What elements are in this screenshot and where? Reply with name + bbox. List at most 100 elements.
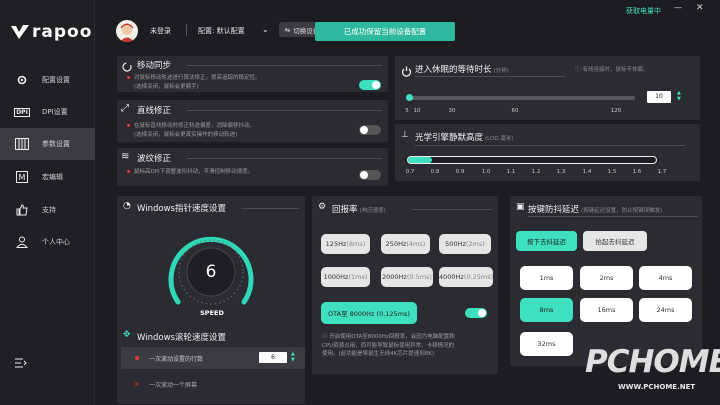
sleep-hint-text: 有线连接时，鼠标不休眠。	[582, 67, 649, 73]
rate-500-button[interactable]: 500Hz (2ms)	[439, 234, 491, 254]
lod-slider-fill	[408, 157, 432, 163]
sidebar-item-params[interactable]: 参数设置	[0, 128, 95, 160]
lod-tick: 1.7	[657, 169, 667, 175]
chevron-down-icon[interactable]: ⌄	[262, 25, 269, 34]
desc-line: 在鼠标直线移动时修正轨迹偏差，消除偏移抖动。	[134, 123, 256, 129]
rate-label: 250Hz	[385, 240, 407, 248]
tab-release-debounce[interactable]: 抬起去抖延迟	[583, 231, 647, 251]
desc-line: 鼠标高DPI下调整波形抖动，平滑控制移动速度。	[134, 169, 254, 175]
sleep-slider-track[interactable]	[407, 96, 635, 100]
lod-tick: 0.8	[430, 169, 440, 175]
line-correction-toggle[interactable]	[359, 125, 381, 135]
macro-icon: M	[14, 170, 30, 184]
sleep-tick: 10	[413, 108, 421, 114]
windows-speed-panel: ◔ Windows指针速度设置 6 SPEED ✥ Windows滚轮速度设置 …	[117, 196, 305, 404]
sidebar-item-dpi[interactable]: DPI DPI设置	[0, 96, 95, 128]
sync-icon	[121, 58, 133, 72]
report-rate-title-text: 回报率	[332, 205, 358, 215]
unselected-dot	[135, 382, 139, 386]
close-button[interactable]: ✕	[696, 3, 704, 13]
scroll-option-screen-label: 一次滚动一个屏幕	[149, 382, 198, 389]
desc-line: 对鼠标移动轨迹进行算法修正，提高追踪的稳定性。	[134, 75, 261, 81]
sidebar-item-label: 个人中心	[42, 238, 70, 246]
motion-sync-toggle[interactable]	[359, 80, 381, 90]
lod-tick: 1.0	[481, 169, 491, 175]
login-status[interactable]: 未登录	[150, 26, 171, 36]
sidebar-item-profile[interactable]: 个人中心	[0, 226, 95, 258]
sidebar-item-label: 宏编辑	[42, 173, 63, 181]
rate-4000-button[interactable]: 4000Hz (0.25ms)	[439, 267, 493, 287]
debounce-unit: (按键延迟设置，防止按键误触发)	[581, 208, 663, 214]
rate-1000-button[interactable]: 1000Hz (1ms)	[321, 267, 370, 287]
rate-label: 500Hz	[445, 240, 466, 248]
line-correction-panel: ⤢ 直线修正 在鼠标直线移动时修正轨迹偏差，消除偏移抖动。 (选择关闭，鼠标会更真…	[117, 100, 388, 142]
debounce-panel: ▣ 按键防抖延迟 (按键延迟设置，防止按键误触发) 按下去抖延迟 抬起去抖延迟 1…	[510, 196, 702, 366]
ota-8000-button[interactable]: OTA至 8000Hz (0.125ms)	[321, 302, 417, 324]
lod-tick: 1.3	[556, 169, 566, 175]
debounce-1ms-button[interactable]: 1ms	[520, 266, 573, 290]
lod-icon: ⊥	[401, 130, 409, 140]
lod-tick: 0.7	[405, 169, 415, 175]
scroll-lines-stepper[interactable]: ▲ ▼	[291, 351, 295, 363]
lod-unit: (LOD,毫米)	[485, 136, 514, 142]
sleep-title: 进入休眠的等待时长 (分钟)	[415, 63, 509, 75]
divider	[187, 158, 382, 159]
sidebar-item-config[interactable]: 配置设置	[0, 64, 95, 96]
lod-slider-track[interactable]	[407, 156, 657, 164]
sleep-stepper[interactable]: ▲ ▼	[677, 90, 681, 102]
rate-time: (2ms)	[465, 240, 485, 248]
debounce-title-text: 按键防抖延迟	[528, 205, 580, 215]
scroll-option-lines-label: 一次滚动设置的行数	[149, 356, 204, 363]
minimize-button[interactable]: —	[674, 3, 682, 12]
rate-125-button[interactable]: 125Hz (8ms)	[321, 234, 370, 254]
debounce-24ms-button[interactable]: 24ms	[639, 298, 692, 322]
line-icon: ⤢	[121, 103, 129, 114]
scroll-option-screen[interactable]: 一次滚动一个屏幕	[121, 374, 305, 394]
config-selector[interactable]: 配置: 默认配置	[198, 26, 245, 36]
sleep-slider-thumb[interactable]	[406, 94, 413, 101]
debounce-2ms-button[interactable]: 2ms	[580, 266, 633, 290]
note-line: CPU资源占用，而可能导致鼠标使用异常、卡顿情况的	[322, 342, 455, 349]
lod-tick: 1.2	[531, 169, 541, 175]
rate-2000-button[interactable]: 2000Hz (0.5ms)	[381, 267, 433, 287]
scroll-option-lines[interactable]: 一次滚动设置的行数 6 ▲ ▼	[121, 347, 305, 369]
ripple-correction-toggle[interactable]	[359, 170, 381, 180]
sidebar-item-label: DPI设置	[42, 108, 68, 116]
debounce-16ms-button[interactable]: 16ms	[580, 298, 633, 322]
tab-press-debounce[interactable]: 按下去抖延迟	[516, 231, 577, 251]
rapoo-logo: rapoo	[10, 22, 92, 42]
collapse-icon[interactable]	[15, 353, 27, 372]
debounce-4ms-button[interactable]: 4ms	[639, 266, 692, 290]
sidebar-item-support[interactable]: 支持	[0, 194, 95, 226]
sleep-tick: 5	[405, 108, 409, 114]
debounce-32ms-button[interactable]: 32ms	[520, 332, 573, 356]
sidebar-item-macro[interactable]: M 宏编辑	[0, 161, 95, 193]
rate-time: (8ms)	[346, 240, 366, 248]
motion-sync-panel: 移动同步 对鼠标移动轨迹进行算法修正，提高追踪的稳定性。 (选择关闭，鼠标会更顺手…	[117, 56, 388, 92]
ota-note: ⓘ 开启使用OTA至8000Hz回报率，会因为电脑配置和 CPU资源占用，而可能导…	[322, 333, 494, 359]
report-rate-unit: (响应速度)	[359, 208, 386, 214]
ota-toggle[interactable]	[465, 308, 487, 318]
sleep-hint: ⓘ 有线连接时，鼠标不休眠。	[575, 65, 649, 73]
sleep-tick: 120	[610, 108, 622, 114]
lod-tick: 0.9	[455, 169, 465, 175]
speed-label: SPEED	[200, 309, 224, 317]
rate-250-button[interactable]: 250Hz (4ms)	[381, 234, 430, 254]
watermark-url: WWW.PCHOME.NET	[618, 383, 696, 391]
debounce-8ms-button[interactable]: 8ms	[520, 298, 573, 322]
divider	[187, 65, 382, 66]
rapoo-logo-mark	[11, 25, 29, 39]
rate-label: 1000Hz	[323, 273, 349, 281]
scroll-lines-input[interactable]: 6	[259, 352, 287, 363]
divider	[415, 76, 565, 77]
lod-panel: ⊥ 光学引擎静默高度 (LOD,毫米) 0.7 0.8 0.9 1.0 1.1 1…	[395, 124, 700, 181]
rate-time: (0.25ms)	[463, 273, 494, 281]
rate-time: (1ms)	[348, 273, 368, 281]
avatar[interactable]	[116, 20, 138, 42]
params-icon	[14, 137, 30, 151]
divider	[241, 208, 299, 209]
sleep-value-input[interactable]: 10	[647, 91, 671, 103]
scroll-icon: ✥	[123, 330, 131, 340]
lod-tick: 1.1	[506, 169, 516, 175]
ripple-correction-title: 波纹修正	[137, 154, 172, 164]
